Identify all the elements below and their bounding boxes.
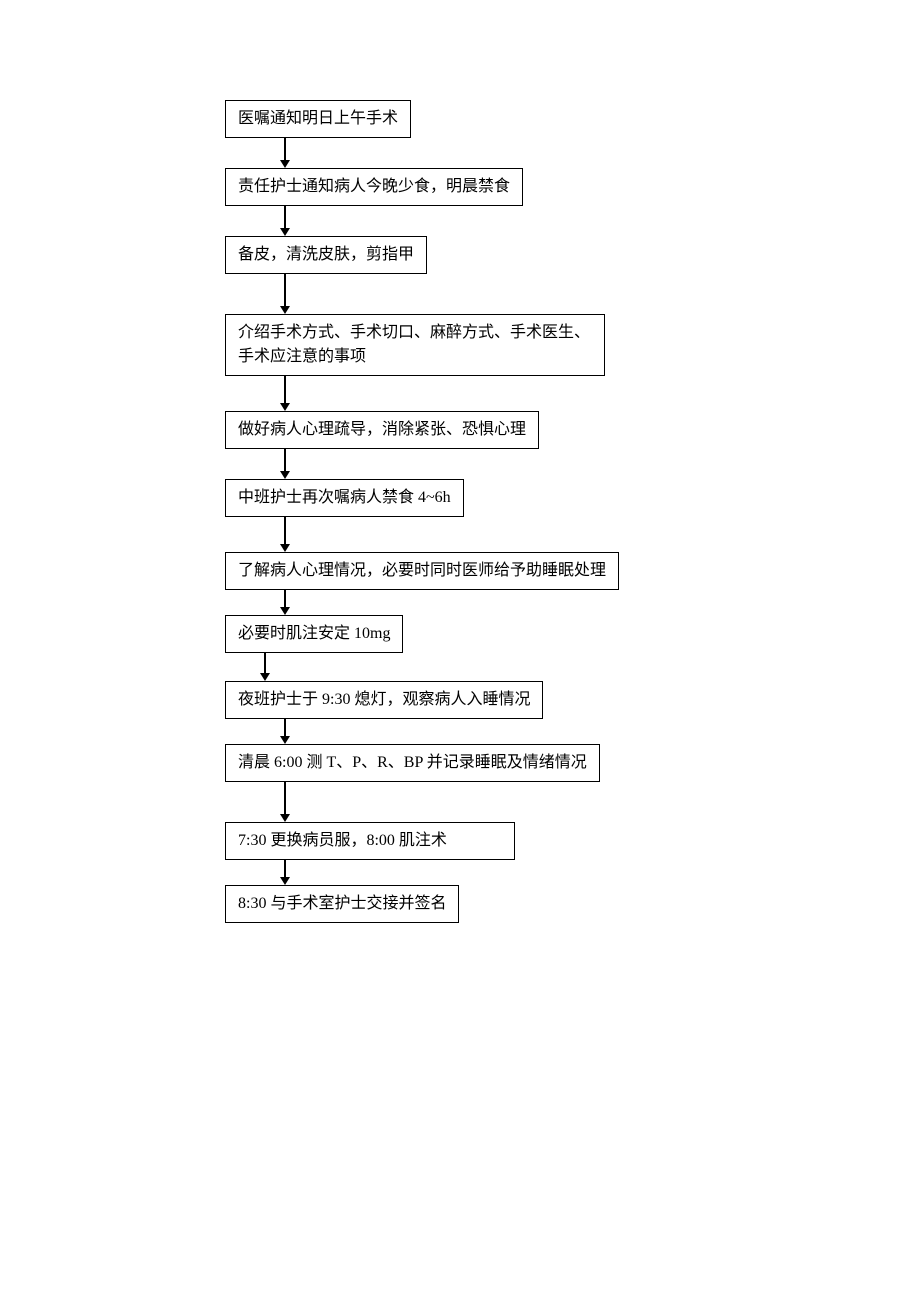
flow-step-7: 了解病人心理情况，必要时同时医师给予助睡眠处理: [225, 552, 619, 590]
step-text: 备皮，清洗皮肤，剪指甲: [238, 246, 414, 263]
step-text: 医嘱通知明日上午手术: [238, 110, 398, 127]
arrow-down-icon: [280, 138, 290, 168]
step-text: 必要时肌注安定 10mg: [238, 625, 390, 642]
flow-step-3: 备皮，清洗皮肤，剪指甲: [225, 236, 427, 274]
flow-step-1: 医嘱通知明日上午手术: [225, 100, 411, 138]
flow-step-9: 夜班护士于 9:30 熄灯，观察病人入睡情况: [225, 681, 543, 719]
flow-step-2: 责任护士通知病人今晚少食，明晨禁食: [225, 168, 523, 206]
arrow-down-icon: [280, 517, 290, 552]
arrow-down-icon: [280, 860, 290, 885]
step-text: 介绍手术方式、手术切口、麻醉方式、手术医生、手术应注意的事项: [238, 324, 590, 365]
step-text: 清晨 6:00 测 T、P、R、BP 并记录睡眠及情绪情况: [238, 754, 587, 771]
flow-step-11: 7:30 更换病员服，8:00 肌注术: [225, 822, 515, 860]
step-text: 夜班护士于 9:30 熄灯，观察病人入睡情况: [238, 691, 530, 708]
flow-step-5: 做好病人心理疏导，消除紧张、恐惧心理: [225, 411, 539, 449]
flow-step-12: 8:30 与手术室护士交接并签名: [225, 885, 459, 923]
flow-step-8: 必要时肌注安定 10mg: [225, 615, 403, 653]
step-text: 了解病人心理情况，必要时同时医师给予助睡眠处理: [238, 562, 606, 579]
arrow-down-icon: [280, 376, 290, 411]
flow-step-6: 中班护士再次嘱病人禁食 4~6h: [225, 479, 464, 517]
step-text: 做好病人心理疏导，消除紧张、恐惧心理: [238, 421, 526, 438]
step-text: 责任护士通知病人今晚少食，明晨禁食: [238, 178, 510, 195]
step-text: 中班护士再次嘱病人禁食 4~6h: [238, 489, 451, 506]
step-text: 8:30 与手术室护士交接并签名: [238, 895, 446, 912]
arrow-down-icon: [280, 274, 290, 314]
step-text: 7:30 更换病员服，8:00 肌注术: [238, 832, 447, 849]
flow-step-4: 介绍手术方式、手术切口、麻醉方式、手术医生、手术应注意的事项: [225, 314, 605, 376]
arrow-down-icon: [280, 449, 290, 479]
arrow-down-icon: [280, 782, 290, 822]
arrow-down-icon: [260, 653, 270, 681]
flow-step-10: 清晨 6:00 测 T、P、R、BP 并记录睡眠及情绪情况: [225, 744, 600, 782]
arrow-down-icon: [280, 206, 290, 236]
arrow-down-icon: [280, 590, 290, 615]
arrow-down-icon: [280, 719, 290, 744]
flowchart-container: 医嘱通知明日上午手术 责任护士通知病人今晚少食，明晨禁食 备皮，清洗皮肤，剪指甲…: [0, 0, 920, 923]
